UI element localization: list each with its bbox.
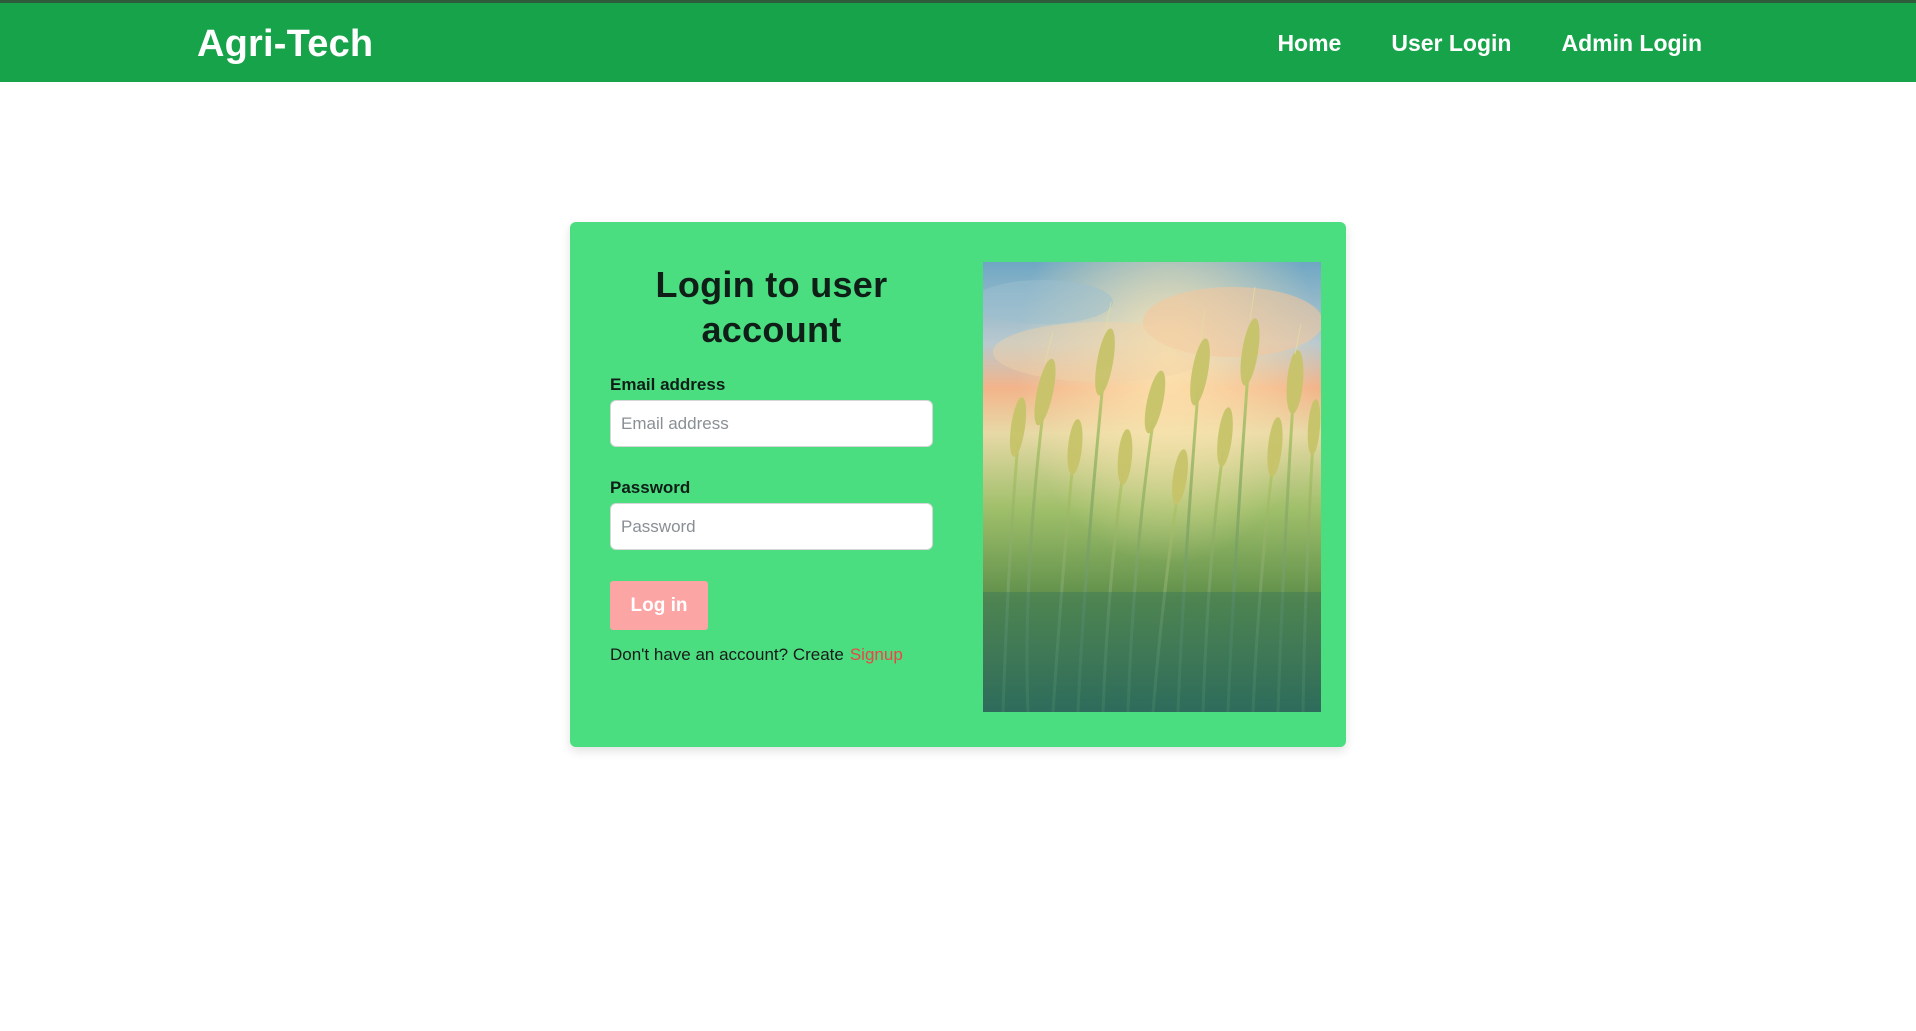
signup-prompt: Don't have an account? Create Signup: [610, 644, 933, 666]
wheat-field-illustration: [983, 262, 1321, 712]
brand-logo[interactable]: Agri-Tech: [197, 21, 373, 67]
login-form: Login to user account Email address Pass…: [610, 262, 933, 666]
login-card: Login to user account Email address Pass…: [570, 222, 1346, 747]
signup-prompt-text: Don't have an account? Create: [610, 645, 844, 664]
signup-link[interactable]: Signup: [850, 645, 903, 664]
nav-link-home[interactable]: Home: [1277, 28, 1341, 58]
navbar: Agri-Tech Home User Login Admin Login: [0, 3, 1916, 82]
password-field[interactable]: [610, 503, 933, 550]
nav-links: Home User Login Admin Login: [1277, 28, 1702, 58]
login-button[interactable]: Log in: [610, 581, 708, 630]
password-label: Password: [610, 478, 691, 497]
email-label: Email address: [610, 375, 726, 394]
email-field[interactable]: [610, 400, 933, 447]
nav-link-user-login[interactable]: User Login: [1391, 28, 1511, 58]
nav-link-admin-login[interactable]: Admin Login: [1561, 28, 1702, 58]
page-title: Login to user account: [655, 264, 888, 350]
wheat-field-image: [983, 262, 1321, 712]
